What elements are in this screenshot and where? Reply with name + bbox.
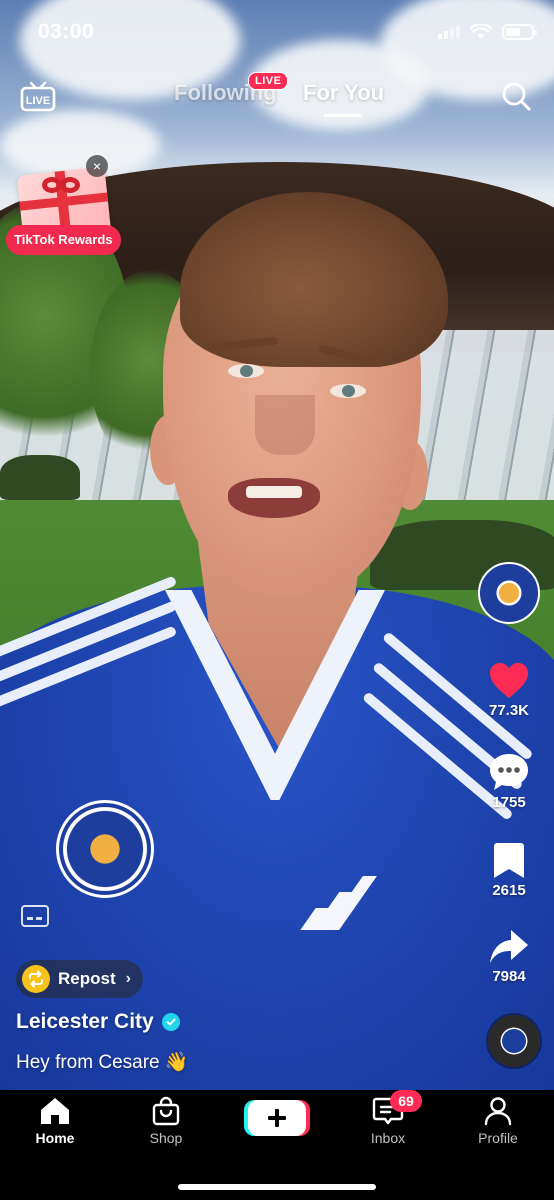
profile-icon	[484, 1097, 512, 1126]
search-icon[interactable]	[500, 80, 532, 112]
rewards-close-button[interactable]: ×	[86, 155, 108, 177]
create-button[interactable]	[248, 1100, 306, 1136]
rewards-label[interactable]: TikTok Rewards	[6, 225, 121, 255]
status-bar: 03:00	[0, 0, 554, 66]
cellular-signal-icon	[438, 25, 460, 39]
gift-bow	[42, 177, 82, 203]
tiktok-rewards-widget[interactable]: × TikTok Rewards	[6, 155, 121, 257]
bookmark-button[interactable]: 2615	[474, 842, 544, 899]
chevron-right-icon: ›	[125, 970, 131, 987]
status-time: 03:00	[38, 20, 95, 43]
status-icons	[438, 20, 537, 44]
tab-profile[interactable]: Profile	[458, 1096, 538, 1146]
live-icon[interactable]: LIVE	[20, 80, 56, 112]
post-caption[interactable]: Hey from Cesare 👋	[16, 1050, 189, 1074]
tab-profile-label: Profile	[478, 1130, 518, 1146]
heart-icon	[490, 663, 528, 698]
eye	[228, 364, 264, 378]
comment-button[interactable]: 1755	[474, 752, 544, 811]
repost-chip[interactable]: Repost ›	[16, 960, 143, 998]
repost-icon	[22, 965, 50, 993]
shop-icon	[152, 1096, 180, 1126]
comment-icon	[490, 754, 528, 790]
verified-icon	[161, 1013, 180, 1031]
captions-icon[interactable]	[21, 905, 49, 927]
like-button[interactable]: 77.3K	[474, 662, 544, 719]
tab-home-label: Home	[35, 1130, 75, 1146]
home-icon	[41, 1098, 69, 1124]
tab-shop[interactable]: Shop	[126, 1096, 206, 1146]
club-crest	[56, 800, 154, 898]
repost-label: Repost	[58, 969, 116, 988]
bookmark-icon	[494, 843, 524, 878]
author-name[interactable]: Leicester City	[16, 1010, 154, 1034]
creator-avatar[interactable]	[478, 562, 540, 624]
inbox-badge: 69	[390, 1090, 422, 1112]
bookmark-count: 2615	[492, 882, 526, 899]
share-button[interactable]: 7984	[474, 928, 544, 985]
battery-icon	[502, 24, 537, 40]
share-count: 7984	[492, 968, 526, 985]
hedge	[0, 455, 80, 500]
author-row[interactable]: Leicester City	[16, 1010, 180, 1034]
tab-inbox-label: Inbox	[370, 1130, 406, 1146]
tab-for-you[interactable]: For You	[303, 80, 384, 106]
mouth	[228, 478, 320, 518]
like-count: 77.3K	[488, 702, 530, 719]
tab-home[interactable]: Home	[15, 1096, 95, 1146]
eye	[330, 384, 366, 398]
top-navigation: LIVE Following LIVE For You	[0, 70, 554, 126]
active-tab-indicator	[324, 114, 362, 117]
tab-shop-label: Shop	[149, 1130, 183, 1146]
music-disc[interactable]	[488, 1015, 540, 1067]
home-indicator	[178, 1184, 376, 1190]
share-icon	[490, 930, 528, 963]
live-icon-label: LIVE	[26, 95, 50, 107]
comment-count: 1755	[492, 794, 526, 811]
live-badge: LIVE	[248, 72, 289, 90]
sponsor-logo	[300, 860, 377, 930]
wifi-icon	[470, 24, 492, 39]
nose	[255, 395, 315, 455]
